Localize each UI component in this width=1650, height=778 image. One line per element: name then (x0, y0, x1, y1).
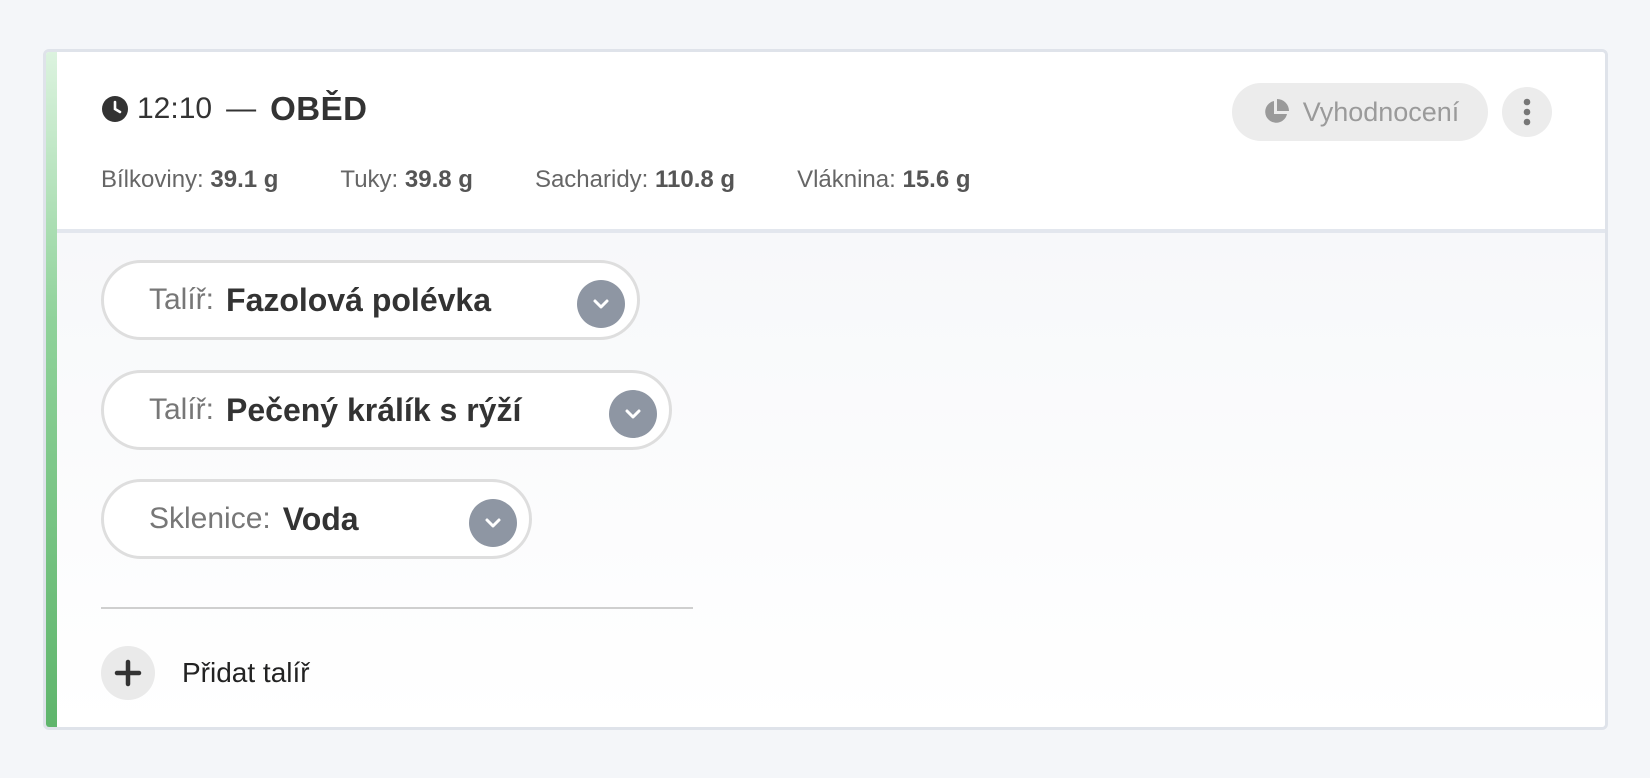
chevron-down-icon[interactable] (469, 499, 517, 547)
plate-item[interactable]: Talíř: Fazolová polévka (101, 260, 640, 340)
plate-item[interactable]: Talíř: Pečený králík s rýží (101, 370, 672, 450)
meal-time: 12:10 (137, 92, 213, 125)
meal-accent-bar (46, 52, 57, 727)
title-separator: — (226, 92, 257, 125)
add-plate-label: Přidat talíř (182, 657, 310, 688)
meal-title: 12:10 — OBĚD (101, 90, 368, 127)
more-vertical-icon (1523, 98, 1531, 126)
nutrient-fat: Tuky: 39.8 g (340, 166, 473, 193)
meal-name: OBĚD (270, 90, 368, 127)
plates-divider (101, 607, 693, 609)
plate-kind: Talíř: (149, 283, 215, 316)
clock-icon (102, 96, 128, 122)
nutrient-carbs: Sacharidy: 110.8 g (534, 166, 736, 193)
nutrient-protein: Bílkoviny: 39.1 g (101, 166, 279, 193)
add-plate-button[interactable]: Přidat talíř (101, 646, 310, 700)
nutrient-summary: Bílkoviny: 39.1 g Tuky: 39.8 g Sacharidy… (101, 166, 1033, 194)
plate-kind: Sklenice: (149, 502, 271, 535)
plate-item[interactable]: Sklenice: Voda (101, 479, 532, 559)
meal-card: 12:10 — OBĚD Bílkoviny: 39.1 g Tuky: 39.… (43, 49, 1608, 730)
more-options-button[interactable] (1502, 87, 1552, 137)
plate-name: Voda (282, 500, 359, 537)
plates-area: Talíř: Fazolová polévka Talíř: Pečený kr… (57, 233, 1605, 727)
plus-icon[interactable] (101, 646, 155, 700)
plate-name: Fazolová polévka (226, 281, 491, 318)
plate-name: Pečený králík s rýží (226, 391, 522, 428)
evaluation-button[interactable]: Vyhodnocení (1232, 83, 1488, 141)
pie-chart-icon (1264, 99, 1289, 123)
chevron-down-icon[interactable] (609, 390, 657, 438)
plate-kind: Talíř: (149, 393, 215, 426)
chevron-down-icon[interactable] (577, 280, 625, 328)
evaluation-label: Vyhodnocení (1302, 96, 1460, 127)
meal-header: 12:10 — OBĚD Bílkoviny: 39.1 g Tuky: 39.… (57, 52, 1605, 233)
nutrient-fiber: Vláknina: 15.6 g (797, 166, 971, 193)
